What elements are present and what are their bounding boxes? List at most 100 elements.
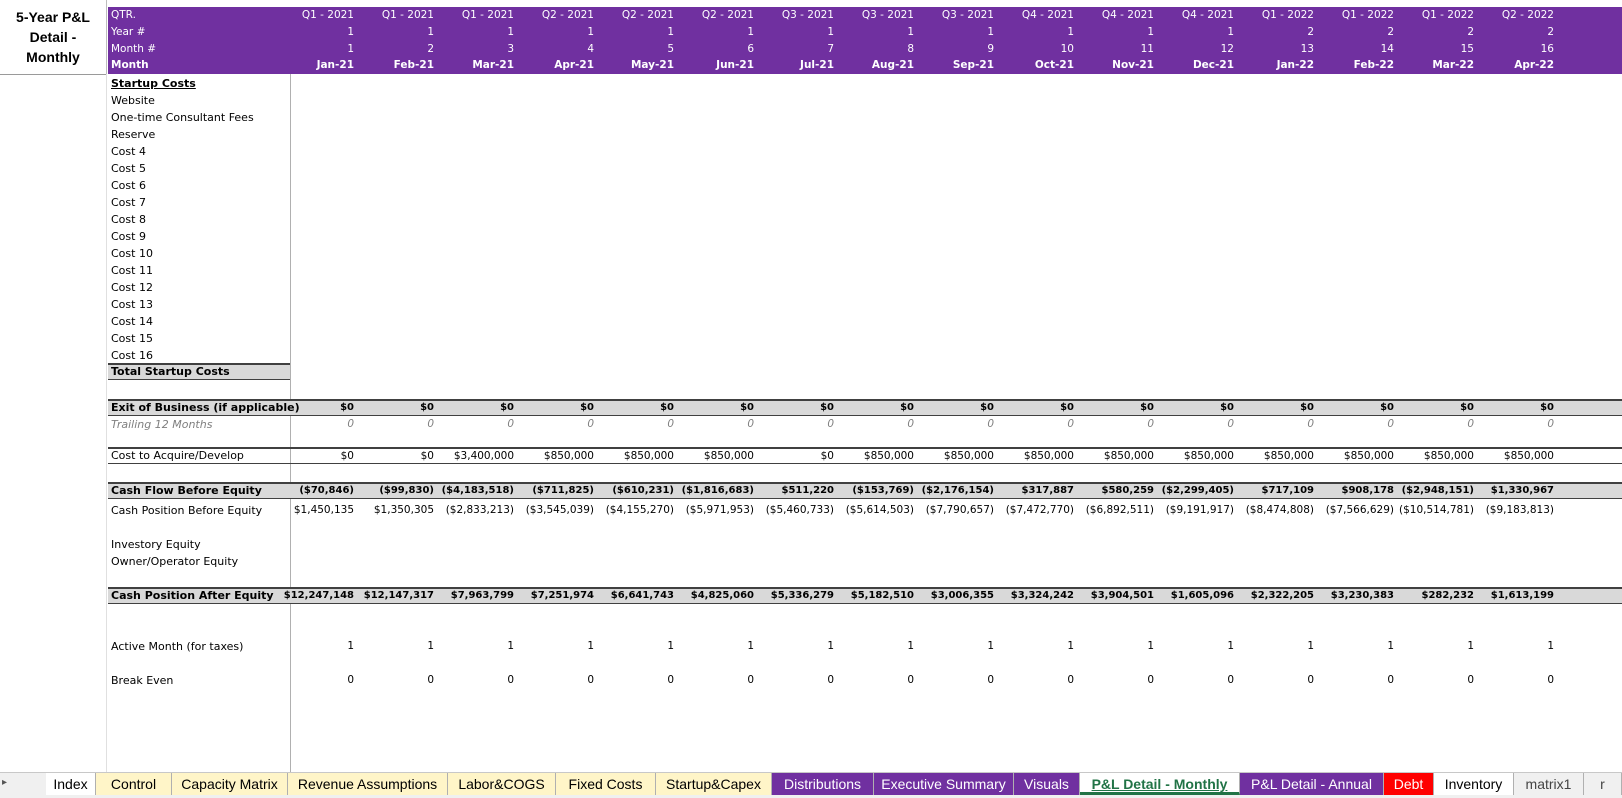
break-even-row-cell[interactable]: 0 [272,672,354,689]
break-even-row-cell[interactable]: 0 [512,672,594,689]
active-month-row-cell[interactable]: 1 [352,638,434,655]
cashflow-row-cell[interactable]: ($2,299,405) [1152,484,1234,498]
header-cell[interactable]: Apr-22 [1472,57,1554,74]
break-even-row-cell[interactable]: 0 [592,672,674,689]
header-cell[interactable]: Dec-21 [1152,57,1234,74]
header-cell[interactable]: Q2 - 2022 [1472,7,1554,24]
exit-row-cell[interactable]: $0 [1232,401,1314,415]
cashflow-row-cell[interactable]: $511,220 [752,484,834,498]
header-cell[interactable]: 10 [992,41,1074,58]
trailing-row-label[interactable]: Trailing 12 Months [111,416,212,433]
trailing-row-cell[interactable]: 0 [1152,416,1234,433]
active-month-row-cell[interactable]: 1 [592,638,674,655]
after-equity-row-cell[interactable]: $7,251,974 [512,589,594,603]
after-equity-row-label[interactable]: Cash Position After Equity [111,589,274,603]
acquire-row-cell[interactable]: $3,400,000 [432,449,514,463]
exit-row-cell[interactable]: $0 [1152,401,1234,415]
header-cell[interactable]: Jan-22 [1232,57,1314,74]
header-cell[interactable]: 11 [1072,41,1154,58]
exit-row-cell[interactable]: $0 [592,401,674,415]
cashflow-row-label[interactable]: Cash Flow Before Equity [111,484,262,498]
tab-index[interactable]: Index [46,773,96,795]
cashflow-row-cell[interactable]: $717,109 [1232,484,1314,498]
break-even-row-cell[interactable]: 0 [672,672,754,689]
position-row-cell[interactable]: ($4,155,270) [592,502,674,519]
tab-p-l-detail-monthly[interactable]: P&L Detail - Monthly [1080,773,1240,795]
header-cell[interactable]: 2 [1472,24,1554,41]
exit-row-cell[interactable]: $0 [912,401,994,415]
tab-startup-capex[interactable]: Startup&Capex [656,773,772,795]
cashflow-row-cell[interactable]: $580,259 [1072,484,1154,498]
startup-item-label[interactable]: Cost 9 [111,228,146,245]
header-cell[interactable]: Q4 - 2021 [1072,7,1154,24]
startup-item-label[interactable]: Cost 13 [111,296,153,313]
header-cell[interactable]: 2 [352,41,434,58]
acquire-row-cell[interactable]: $0 [272,449,354,463]
position-row-cell[interactable]: ($10,514,781) [1392,502,1474,519]
header-cell[interactable]: 1 [752,24,834,41]
startup-item-label[interactable]: Reserve [111,126,155,143]
position-row-cell[interactable]: ($5,460,733) [752,502,834,519]
header-cell[interactable]: Jun-21 [672,57,754,74]
header-cell[interactable]: 5 [592,41,674,58]
break-even-row-cell[interactable]: 0 [912,672,994,689]
acquire-row-cell[interactable]: $850,000 [1392,449,1474,463]
header-cell[interactable]: 1 [352,24,434,41]
startup-item-label[interactable]: Cost 10 [111,245,153,262]
header-cell[interactable]: 1 [1072,24,1154,41]
active-month-row-cell[interactable]: 1 [1472,638,1554,655]
cashflow-row-cell[interactable]: ($610,231) [592,484,674,498]
active-month-row-cell[interactable]: 1 [432,638,514,655]
startup-item-label[interactable]: Cost 14 [111,313,153,330]
after-equity-row-cell[interactable]: $6,641,743 [592,589,674,603]
startup-heading-label[interactable]: Startup Costs [111,75,196,92]
header-cell[interactable]: 16 [1472,41,1554,58]
active-month-row-cell[interactable]: 1 [1232,638,1314,655]
tab-capacity-matrix[interactable]: Capacity Matrix [172,773,288,795]
exit-row-cell[interactable]: $0 [432,401,514,415]
exit-row-cell[interactable]: $0 [672,401,754,415]
exit-row-cell[interactable]: $0 [272,401,354,415]
exit-row-cell[interactable]: $0 [1472,401,1554,415]
exit-row-cell[interactable]: $0 [512,401,594,415]
header-cell[interactable]: Feb-22 [1312,57,1394,74]
acquire-row-cell[interactable]: $0 [752,449,834,463]
startup-item-label[interactable]: Cost 4 [111,143,146,160]
break-even-row-cell[interactable]: 0 [992,672,1074,689]
cashflow-row-cell[interactable]: ($711,825) [512,484,594,498]
position-row-cell[interactable]: $1,350,305 [352,502,434,519]
tab-matrix1[interactable]: matrix1 [1514,773,1584,795]
position-row-cell[interactable]: ($6,892,511) [1072,502,1154,519]
active-month-row-cell[interactable]: 1 [672,638,754,655]
active-month-row-cell[interactable]: 1 [1312,638,1394,655]
header-cell[interactable]: 1 [432,24,514,41]
position-row-cell[interactable]: ($9,191,917) [1152,502,1234,519]
after-equity-row-cell[interactable]: $12,247,148 [272,589,354,603]
header-cell[interactable]: Nov-21 [1072,57,1154,74]
position-row-cell[interactable]: ($2,833,213) [432,502,514,519]
header-cell[interactable]: 1 [992,24,1074,41]
header-cell[interactable]: Oct-21 [992,57,1074,74]
trailing-row-cell[interactable]: 0 [992,416,1074,433]
header-cell[interactable]: Feb-21 [352,57,434,74]
tab-scroll-icon[interactable]: ▸ [2,777,7,788]
trailing-row-cell[interactable]: 0 [752,416,834,433]
active-month-row-cell[interactable]: 1 [832,638,914,655]
exit-row-cell[interactable]: $0 [992,401,1074,415]
after-equity-row-cell[interactable]: $3,006,355 [912,589,994,603]
startup-item-label[interactable]: Cost 16 [111,347,153,364]
exit-row-cell[interactable]: $0 [1392,401,1474,415]
tab-revenue-assumptions[interactable]: Revenue Assumptions [288,773,448,795]
active-month-row-cell[interactable]: 1 [992,638,1074,655]
position-row-cell[interactable]: $1,450,135 [272,502,354,519]
startup-item-label[interactable]: Website [111,92,155,109]
header-cell[interactable]: Q1 - 2021 [352,7,434,24]
header-cell[interactable]: Q4 - 2021 [992,7,1074,24]
header-cell[interactable]: 8 [832,41,914,58]
header-cell[interactable]: 1 [272,41,354,58]
trailing-row-cell[interactable]: 0 [272,416,354,433]
after-equity-row-cell[interactable]: $12,147,317 [352,589,434,603]
header-cell[interactable]: Jan-21 [272,57,354,74]
header-cell[interactable]: 1 [272,24,354,41]
exit-row-cell[interactable]: $0 [832,401,914,415]
